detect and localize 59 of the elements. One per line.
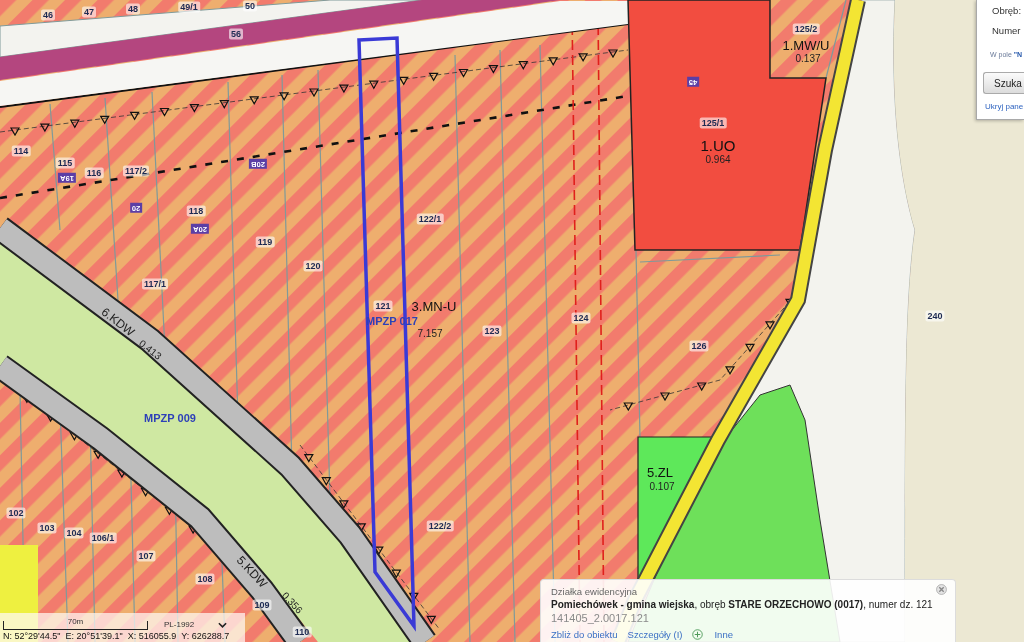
plus-circle-icon [692, 629, 704, 640]
parcel-number: 46 [41, 9, 55, 21]
parcel-number: 107 [136, 550, 156, 562]
popup-title: Działka ewidencyjna [551, 585, 639, 598]
parcel-number: 126 [689, 340, 709, 352]
close-icon[interactable] [935, 584, 947, 595]
parcel-number: 240 [925, 310, 945, 322]
popup-link[interactable]: Zbliż do obiektu [551, 628, 618, 641]
parcel-number: 47 [82, 6, 96, 18]
parcel-number: 120 [303, 260, 323, 272]
zone-area-value: 0.107 [649, 482, 675, 492]
scale-label: 70m [67, 618, 84, 626]
zone-area-value: 7.157 [417, 329, 443, 339]
parcel-description: Pomiechówek - gmina wiejska, obręb STARE ORZECHOWO (0017), numer dz. 121 [551, 598, 933, 612]
coordinate-value: X: 516055.9 [127, 631, 177, 642]
zone-area-value: 0.964 [705, 155, 731, 165]
coordinate-value: N: 52°29'44.5" [3, 631, 61, 642]
parcel-number: 124 [571, 312, 591, 324]
parcel-number: 123 [482, 325, 502, 337]
zone-code: 1.UO [700, 137, 736, 153]
parcel-number: 116 [84, 167, 104, 179]
zone-code: 5.ZL [647, 465, 673, 479]
parcel-number: 122/1 [416, 213, 444, 225]
parcel-number: 119 [255, 236, 275, 248]
field-label: Obręb: [992, 5, 1022, 17]
parcel-number: 118 [186, 205, 206, 217]
popup-link[interactable]: Szczegóły (I) [627, 628, 683, 641]
parcel-number: 125/1 [699, 117, 727, 129]
parcel-number: 117/2 [123, 165, 149, 177]
parcel-number: 104 [64, 527, 84, 539]
parcel-number: 56 [229, 28, 243, 40]
parcel-number: 49/1 [178, 1, 200, 13]
more-link[interactable]: Inne [692, 628, 733, 641]
zone-area-value: 0.137 [795, 54, 821, 64]
parcel-number: 109 [252, 599, 272, 611]
parcel-number: 50 [243, 0, 257, 12]
coordinate-value: E: 20°51'39.1" [65, 631, 123, 642]
parcel-number: 122/2 [426, 520, 454, 532]
parcel-number: 106/1 [89, 532, 117, 544]
parcel-number: 102 [6, 507, 26, 519]
field-label: Numer [992, 25, 1021, 37]
zone-code: 1.MW/U [782, 38, 830, 52]
parcel-number: 114 [11, 145, 31, 157]
parcel-number: 117/1 [142, 278, 168, 290]
zone-code: 3.MN-U [411, 299, 457, 313]
parcel-number: 115 [55, 157, 75, 169]
chevron-down-icon [218, 621, 228, 628]
parcel-id: 141405_2.0017.121 [551, 612, 650, 625]
parcel-number: 103 [37, 522, 57, 534]
parcel-number: 121 [373, 300, 393, 312]
parcel-number: 110 [292, 626, 312, 638]
parcel-number: 125/2 [792, 23, 820, 35]
parcel-number: 108 [195, 573, 215, 585]
search-button[interactable]: Szuka [983, 72, 1024, 94]
hide-panel-link[interactable]: Ukryj pane [985, 102, 1024, 112]
coordinate-value: Y: 626288.7 [181, 631, 230, 642]
parcel-number: 48 [126, 3, 140, 15]
plan-label: MPZP 009 [144, 412, 196, 424]
crs-select[interactable]: PL-1992 [162, 619, 230, 630]
